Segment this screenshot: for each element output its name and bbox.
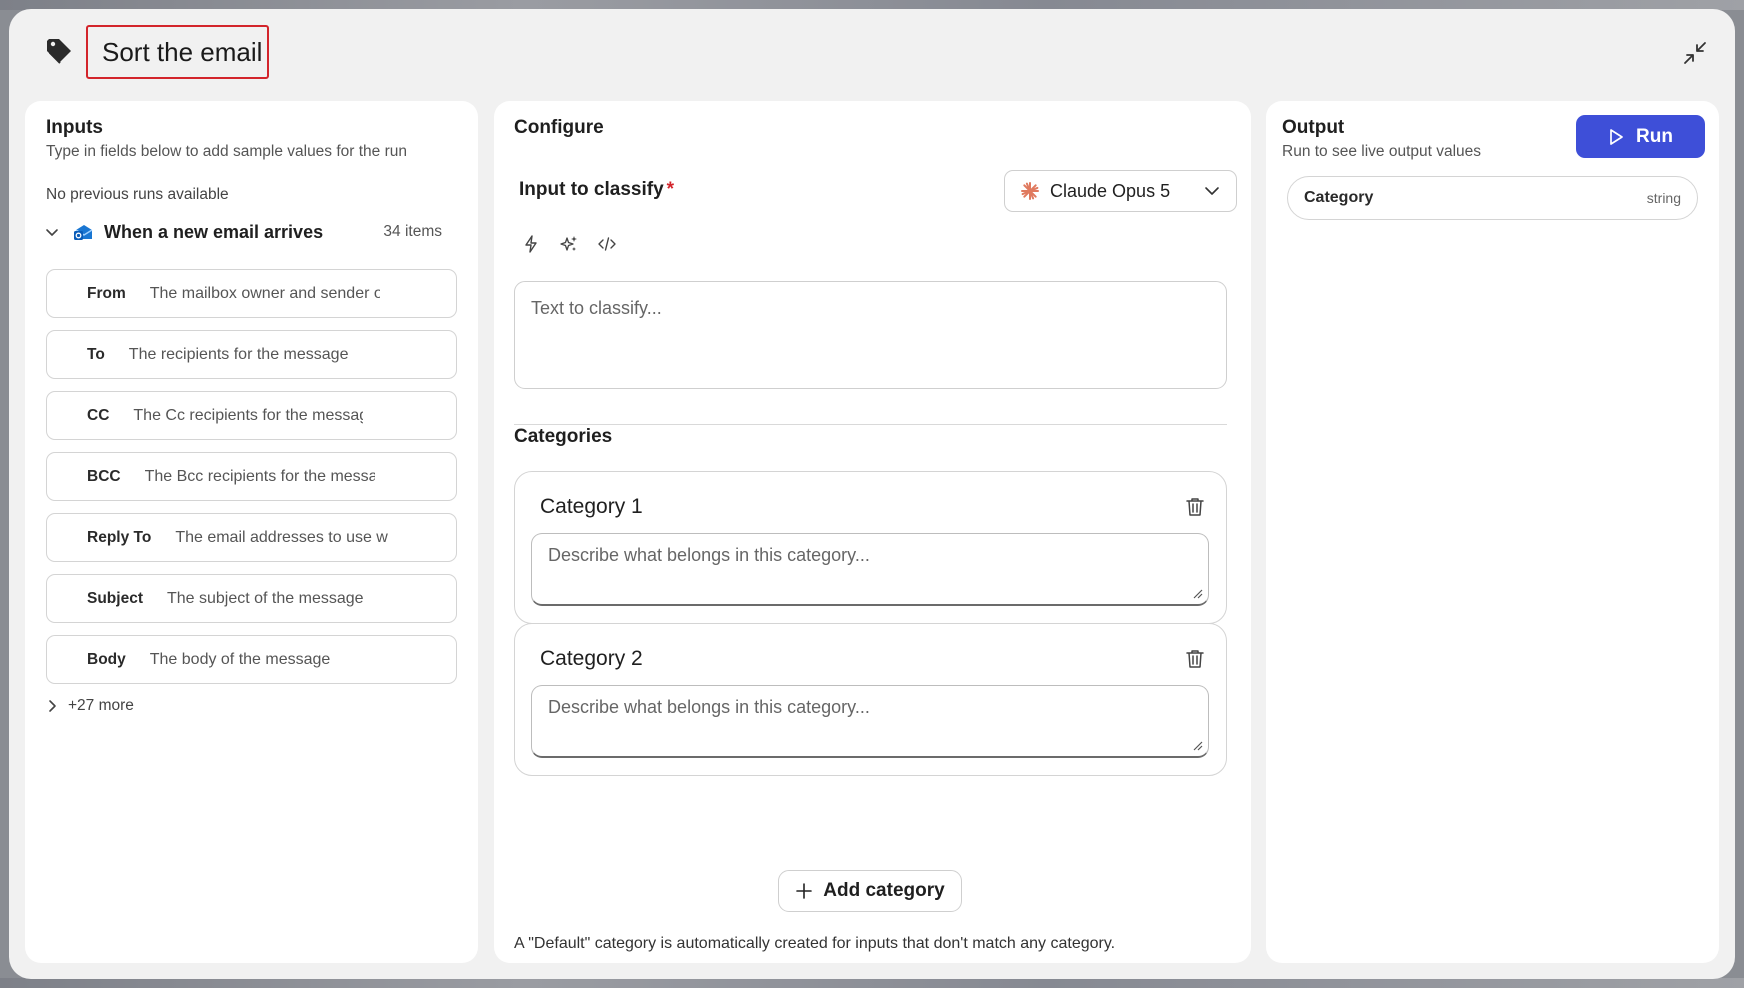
model-dropdown[interactable]: Claude Opus 5	[1004, 170, 1237, 212]
input-field-list: From The mailbox owner and sender o To T…	[46, 269, 457, 696]
trigger-name: When a new email arrives	[104, 221, 324, 242]
plus-icon	[796, 883, 813, 899]
trash-icon[interactable]	[1184, 648, 1206, 670]
category-description-input[interactable]: Describe what belongs in this category..…	[531, 685, 1209, 758]
input-field-reply-to[interactable]: Reply To The email addresses to use w	[46, 513, 457, 562]
field-value: The mailbox owner and sender o	[149, 284, 380, 302]
input-field-from[interactable]: From The mailbox owner and sender o	[46, 269, 457, 318]
field-value: The subject of the message	[166, 589, 364, 607]
play-icon	[1610, 128, 1623, 145]
input-field-to[interactable]: To The recipients for the message	[46, 330, 457, 379]
collapse-icon[interactable]	[1681, 39, 1709, 67]
run-label: Run	[1636, 125, 1673, 147]
configure-title: Configure	[514, 117, 604, 138]
input-to-classify-label: Input to classify *	[519, 179, 674, 201]
trigger-count: 34 items	[383, 223, 442, 240]
output-field-category: Category string	[1287, 176, 1698, 220]
input-toolbar	[521, 234, 617, 254]
field-value: The Cc recipients for the message	[133, 406, 364, 424]
categories-label: Categories	[514, 426, 613, 447]
output-subtitle: Run to see live output values	[1282, 143, 1482, 160]
classifier-dialog: Sort the email Inputs Type in fields bel…	[9, 9, 1735, 979]
configure-panel: Configure Input to classify * Claude Opus…	[494, 101, 1251, 963]
output-title: Output	[1282, 117, 1345, 138]
input-field-bcc[interactable]: BCC The Bcc recipients for the messag	[46, 452, 457, 501]
output-field-type: string	[1646, 190, 1681, 206]
claude-star-icon	[1021, 182, 1039, 200]
chevron-down-icon	[1205, 187, 1219, 195]
input-field-cc[interactable]: CC The Cc recipients for the message	[46, 391, 457, 440]
field-label: To	[87, 345, 105, 363]
chevron-right-icon	[49, 700, 56, 712]
field-label: CC	[87, 406, 110, 424]
no-runs-text: No previous runs available	[46, 186, 229, 203]
dialog-title[interactable]: Sort the email	[86, 25, 269, 79]
resize-handle-icon[interactable]	[1192, 588, 1203, 599]
category-description-placeholder: Describe what belongs in this category..…	[548, 697, 870, 717]
lightning-icon[interactable]	[521, 234, 541, 254]
run-button[interactable]: Run	[1576, 115, 1705, 158]
input-field-body[interactable]: Body The body of the message	[46, 635, 457, 684]
field-label: From	[87, 284, 126, 302]
chevron-down-icon	[46, 229, 58, 236]
output-panel: Output Run to see live output values Run…	[1266, 101, 1719, 963]
category-title[interactable]: Category 2	[540, 647, 643, 671]
section-divider	[514, 424, 1227, 425]
category-title[interactable]: Category 1	[540, 495, 643, 519]
code-icon[interactable]	[597, 234, 617, 254]
show-more-label: +27 more	[68, 697, 134, 714]
add-category-label: Add category	[823, 880, 945, 901]
show-more-toggle[interactable]: +27 more	[45, 697, 134, 715]
field-value: The body of the message	[149, 650, 331, 668]
sparkle-icon[interactable]	[559, 234, 579, 254]
dialog-header: Sort the email	[9, 9, 1735, 99]
classify-placeholder: Text to classify...	[531, 298, 662, 318]
resize-handle-icon[interactable]	[1192, 740, 1203, 751]
output-field-name: Category	[1304, 189, 1374, 206]
trash-icon[interactable]	[1184, 496, 1206, 518]
field-value: The recipients for the message	[128, 345, 349, 363]
model-name: Claude Opus 5	[1050, 180, 1171, 201]
field-value: The Bcc recipients for the messag	[144, 467, 375, 485]
input-to-classify-text: Input to classify	[519, 179, 664, 200]
inputs-title: Inputs	[46, 117, 103, 138]
category-description-input[interactable]: Describe what belongs in this category..…	[531, 533, 1209, 606]
field-value: The email addresses to use w	[175, 528, 388, 546]
dialog-title-text: Sort the email	[102, 36, 263, 67]
category-description-placeholder: Describe what belongs in this category..…	[548, 545, 870, 565]
required-indicator: *	[666, 179, 675, 200]
add-category-button[interactable]: Add category	[778, 870, 962, 912]
category-card-1: Category 1 Describe what belongs in this…	[514, 471, 1227, 624]
default-category-note: A "Default" category is automatically cr…	[514, 935, 1116, 952]
tag-icon	[47, 39, 71, 64]
input-field-subject[interactable]: Subject The subject of the message	[46, 574, 457, 623]
outlook-email-icon	[74, 225, 93, 240]
classify-input[interactable]: Text to classify...	[514, 281, 1227, 389]
field-label: BCC	[87, 467, 121, 485]
inputs-subtitle: Type in fields below to add sample value…	[46, 143, 408, 160]
field-label: Reply To	[87, 528, 152, 546]
trigger-group-toggle[interactable]: When a new email arrives 34 items	[45, 217, 455, 247]
backdrop-bottom	[0, 978, 1744, 988]
field-label: Subject	[87, 589, 143, 607]
inputs-panel: Inputs Type in fields below to add sampl…	[25, 101, 478, 963]
category-card-2: Category 2 Describe what belongs in this…	[514, 623, 1227, 776]
field-label: Body	[87, 650, 126, 668]
